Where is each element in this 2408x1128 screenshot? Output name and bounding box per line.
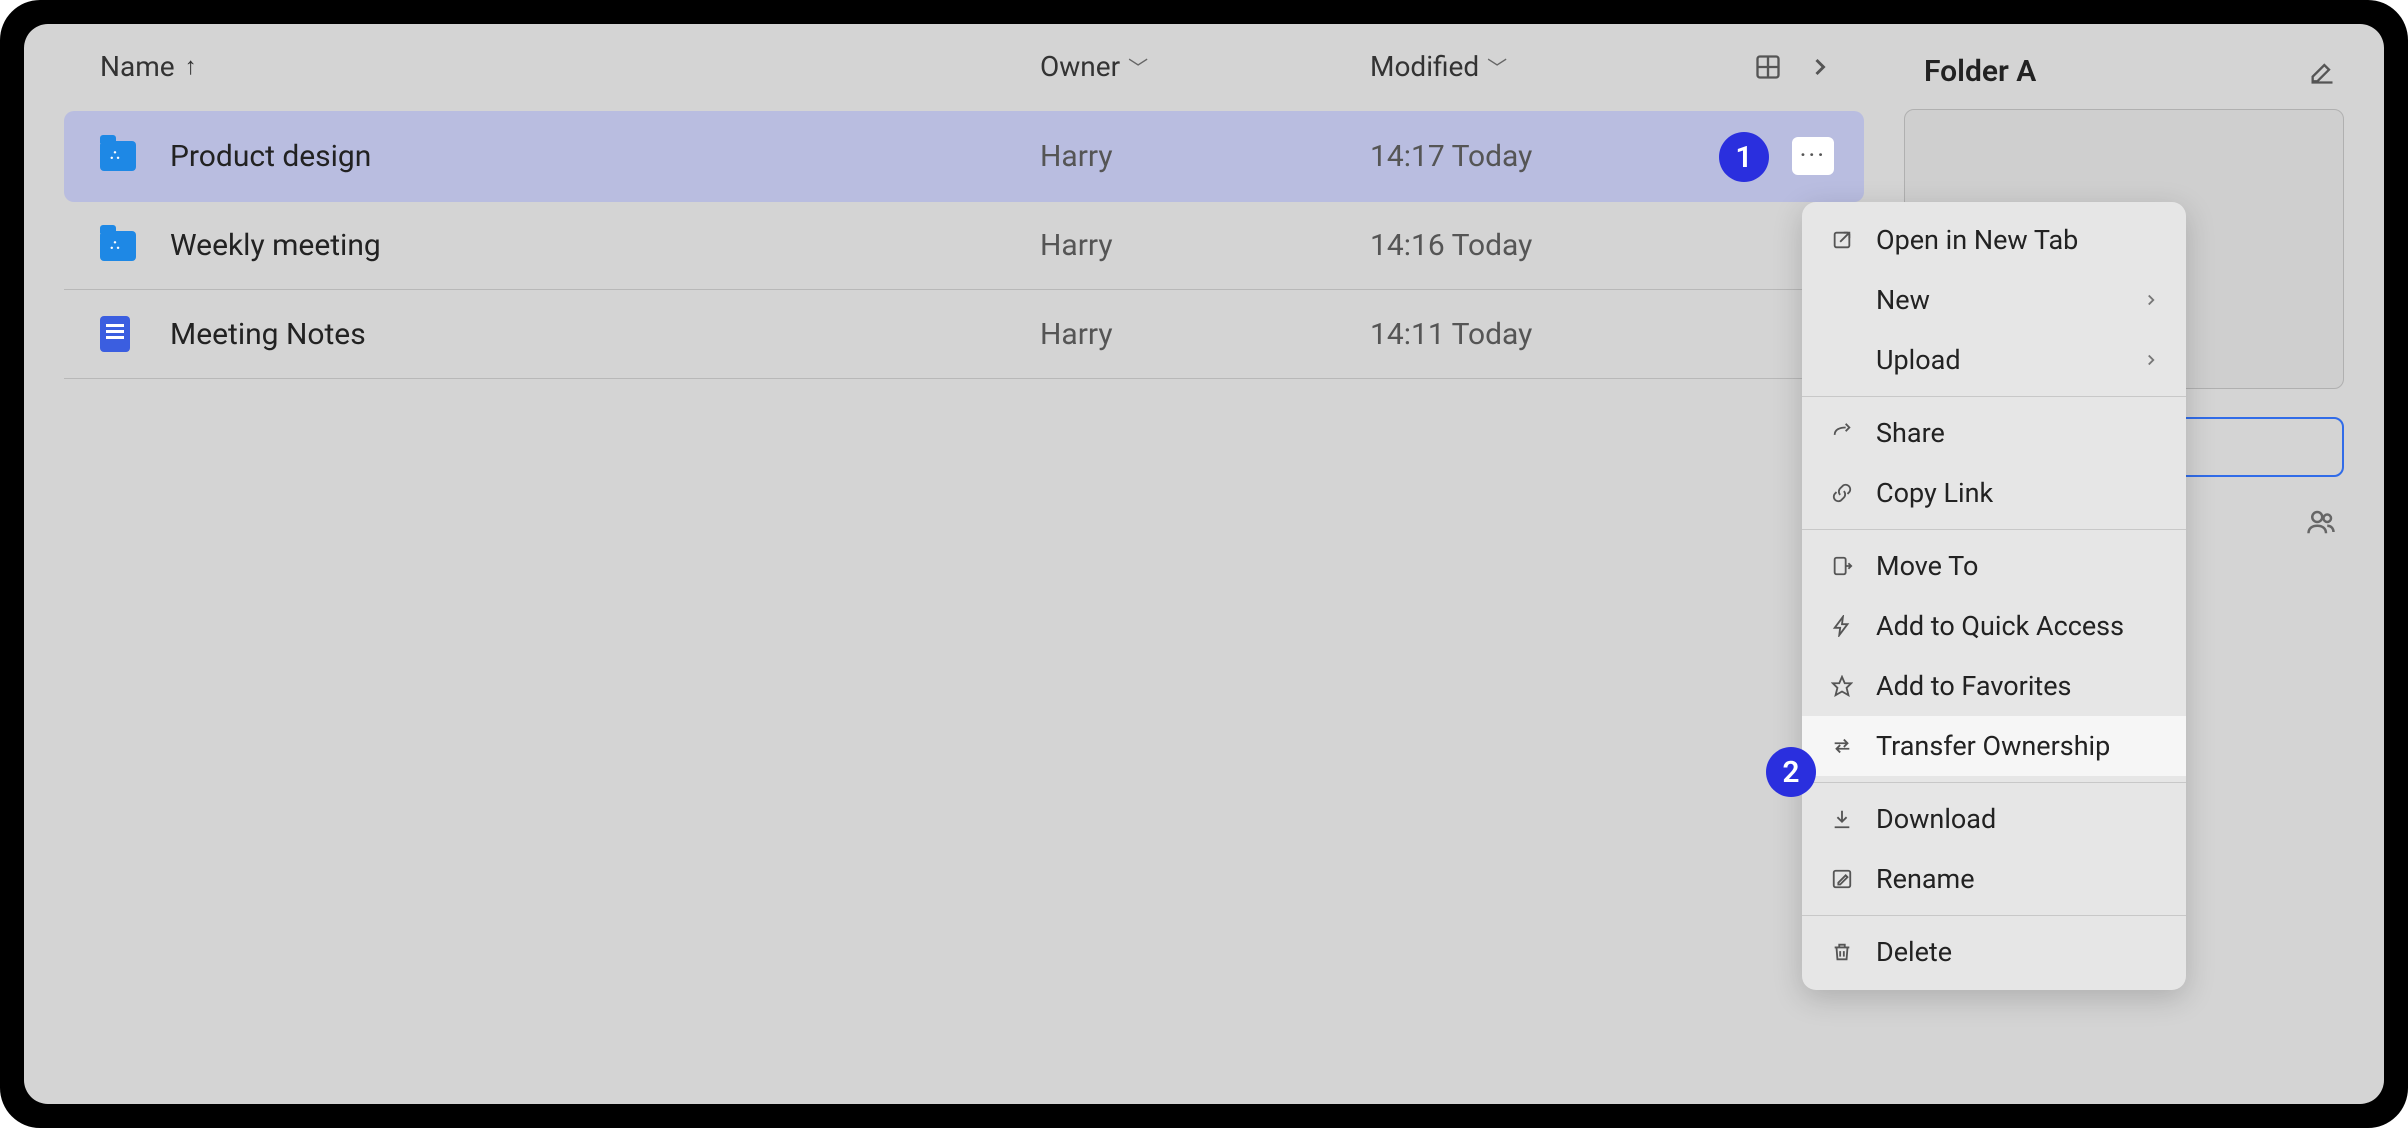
menu-label: New: [1876, 284, 2122, 316]
menu-share[interactable]: Share: [1802, 403, 2186, 463]
menu-label: Add to Favorites: [1876, 670, 2160, 702]
people-icon[interactable]: [2306, 507, 2336, 537]
menu-label: Open in New Tab: [1876, 224, 2160, 256]
folder-icon: [100, 141, 136, 171]
sort-ascending-icon: ↑: [185, 52, 197, 81]
document-icon: [100, 316, 130, 352]
table-row[interactable]: Weekly meeting Harry 14:16 Today ···: [64, 202, 1864, 290]
menu-label: Delete: [1876, 936, 2160, 968]
file-name: Meeting Notes: [170, 317, 1040, 352]
menu-copy-link[interactable]: Copy Link: [1802, 463, 2186, 523]
transfer-icon: [1828, 735, 1856, 757]
menu-separator: [1802, 782, 2186, 783]
menu-label: Copy Link: [1876, 477, 2160, 509]
menu-label: Rename: [1876, 863, 2160, 895]
more-actions-button[interactable]: ···: [1792, 137, 1834, 175]
link-icon: [1828, 482, 1856, 504]
trash-icon: [1828, 941, 1856, 963]
app-window: Name ↑ Owner ﹀ Modified ﹀: [24, 24, 2384, 1104]
menu-rename[interactable]: Rename: [1802, 849, 2186, 909]
table-header: Name ↑ Owner ﹀ Modified ﹀: [64, 50, 1864, 111]
rename-icon: [1828, 868, 1856, 890]
callout-number: 1: [1735, 140, 1752, 175]
menu-separator: [1802, 529, 2186, 530]
share-icon: [1828, 422, 1856, 444]
menu-favorites[interactable]: Add to Favorites: [1802, 656, 2186, 716]
menu-new[interactable]: . New: [1802, 270, 2186, 330]
file-name: Weekly meeting: [170, 228, 1040, 263]
column-name-label: Name: [100, 50, 175, 83]
menu-delete[interactable]: Delete: [1802, 922, 2186, 982]
file-name: Product design: [170, 139, 1040, 174]
chevron-down-icon: ﹀: [1128, 52, 1148, 81]
lightning-icon: [1828, 615, 1856, 637]
menu-transfer-ownership[interactable]: Transfer Ownership: [1802, 716, 2186, 776]
file-owner: Harry: [1040, 228, 1370, 263]
menu-label: Download: [1876, 803, 2160, 835]
menu-open-new-tab[interactable]: Open in New Tab: [1802, 210, 2186, 270]
menu-download[interactable]: Download: [1802, 789, 2186, 849]
callout-number: 2: [1782, 755, 1799, 790]
open-external-icon: [1828, 229, 1856, 251]
move-icon: [1828, 555, 1856, 577]
column-header-name[interactable]: Name ↑: [100, 50, 1040, 83]
table-row[interactable]: Meeting Notes Harry 14:11 Today ···: [64, 290, 1864, 379]
menu-move-to[interactable]: Move To: [1802, 536, 2186, 596]
edit-icon[interactable]: [2308, 58, 2336, 86]
chevron-down-icon: ﹀: [1487, 52, 1507, 81]
callout-badge-2: 2: [1766, 747, 1816, 797]
folder-icon: [100, 231, 136, 261]
file-owner: Harry: [1040, 317, 1370, 352]
context-menu: Open in New Tab . New . Upload Share Cop…: [1802, 202, 2186, 990]
column-header-owner[interactable]: Owner ﹀: [1040, 50, 1370, 83]
chevron-right-icon: [2142, 351, 2160, 369]
download-icon: [1828, 808, 1856, 830]
chevron-right-icon: [2142, 291, 2160, 309]
grid-view-icon[interactable]: [1754, 53, 1782, 81]
details-title: Folder A: [1924, 54, 2036, 89]
callout-badge-1: 1: [1719, 132, 1769, 182]
file-modified: 14:16 Today: [1370, 228, 1808, 263]
file-list-panel: Name ↑ Owner ﹀ Modified ﹀: [24, 24, 1904, 1104]
menu-separator: [1802, 915, 2186, 916]
menu-label: Add to Quick Access: [1876, 610, 2160, 642]
file-modified: 14:11 Today: [1370, 317, 1808, 352]
chevron-right-icon[interactable]: [1806, 53, 1834, 81]
column-header-modified[interactable]: Modified ﹀: [1370, 50, 1754, 83]
menu-label: Move To: [1876, 550, 2160, 582]
column-modified-label: Modified: [1370, 50, 1479, 83]
menu-upload[interactable]: . Upload: [1802, 330, 2186, 390]
menu-label: Transfer Ownership: [1876, 730, 2160, 762]
menu-quick-access[interactable]: Add to Quick Access: [1802, 596, 2186, 656]
menu-separator: [1802, 396, 2186, 397]
table-row[interactable]: Product design Harry 14:17 Today ···: [64, 111, 1864, 202]
menu-label: Upload: [1876, 344, 2122, 376]
star-icon: [1828, 675, 1856, 697]
file-owner: Harry: [1040, 139, 1370, 174]
menu-label: Share: [1876, 417, 2160, 449]
column-owner-label: Owner: [1040, 50, 1120, 83]
